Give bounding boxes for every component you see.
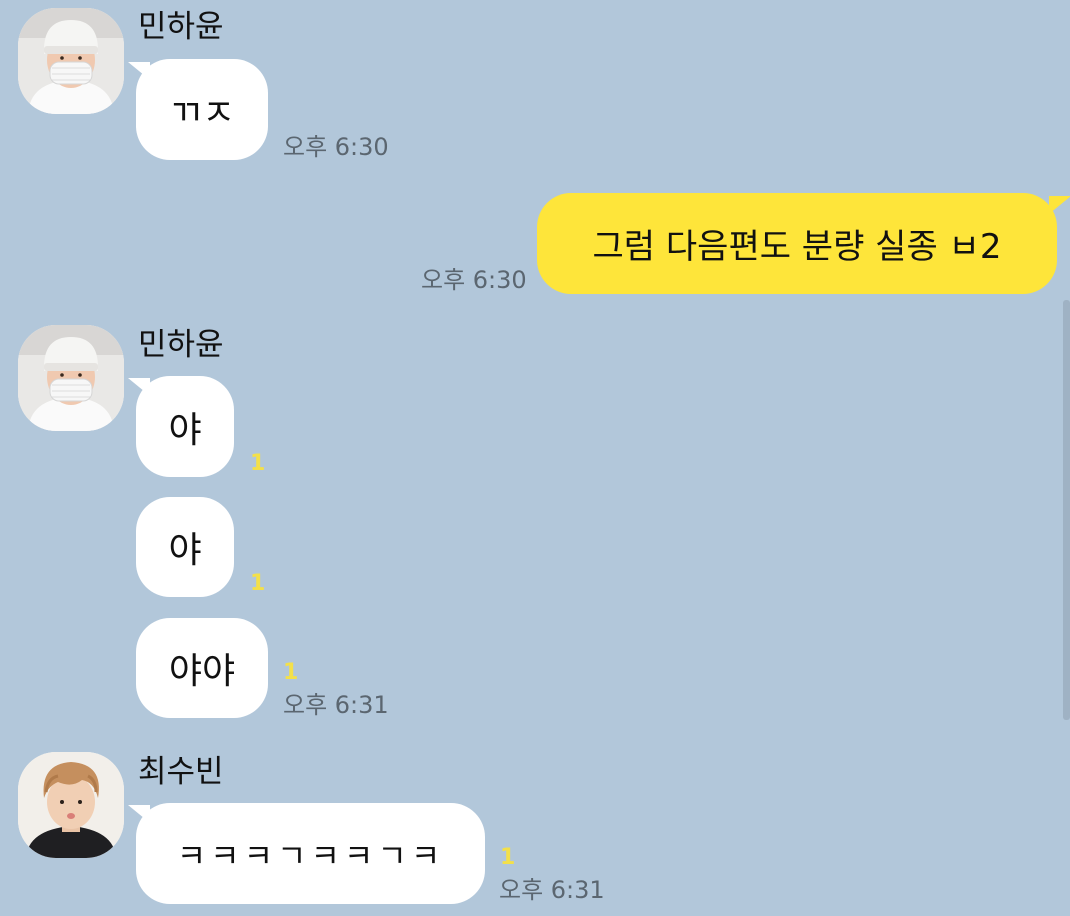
message-bubble[interactable]: 야 <box>136 376 234 477</box>
message-bubble[interactable]: ㅋㅋㅋㄱㅋㅋㄱㅋ <box>136 803 485 904</box>
message-bubble[interactable]: 야 <box>136 497 234 597</box>
person-icon <box>18 752 124 858</box>
masked-person-icon <box>18 325 124 431</box>
message-time: 오후 6:31 <box>283 691 389 719</box>
sender-name: 최수빈 <box>138 754 224 790</box>
avatar[interactable] <box>18 8 124 114</box>
unread-count: 1 <box>250 571 266 596</box>
message-bubble[interactable]: ㄲㅈ <box>136 59 268 160</box>
message-time: 오후 6:30 <box>421 266 527 294</box>
unread-count: 1 <box>250 451 266 476</box>
avatar[interactable] <box>18 752 124 858</box>
unread-count: 1 <box>283 660 299 685</box>
masked-person-icon <box>18 8 124 114</box>
unread-count: 1 <box>500 845 516 870</box>
my-message-bubble[interactable]: 그럼 다음편도 분량 실종 ㅂ2 <box>537 193 1057 294</box>
bubble-tail <box>1049 196 1070 214</box>
message-time: 오후 6:30 <box>283 133 389 161</box>
message-time: 오후 6:31 <box>499 876 605 904</box>
message-bubble[interactable]: 야야 <box>136 618 268 718</box>
scrollbar[interactable] <box>1063 300 1070 720</box>
avatar[interactable] <box>18 325 124 431</box>
sender-name: 민하윤 <box>138 327 224 363</box>
sender-name: 민하윤 <box>138 9 224 45</box>
